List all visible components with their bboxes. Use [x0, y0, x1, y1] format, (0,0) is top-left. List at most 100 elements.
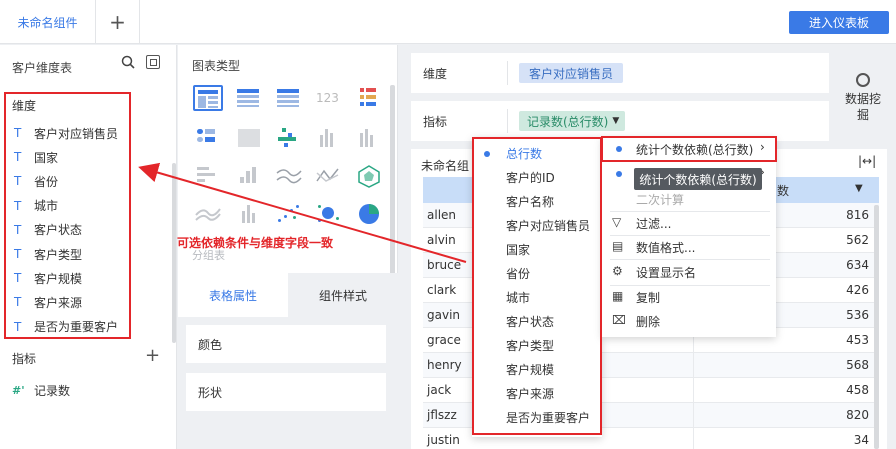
- cell-divider: [693, 353, 694, 378]
- chart-type-kpi[interactable]: 123: [314, 85, 344, 111]
- chart-type-line[interactable]: [274, 163, 304, 189]
- row-value: 568: [846, 358, 869, 372]
- chart-type-wave[interactable]: [193, 201, 223, 227]
- property-body: 颜色 形状: [178, 317, 398, 449]
- menu-display-name[interactable]: 设置显示名: [636, 264, 696, 281]
- middle-scrollbar[interactable]: [390, 85, 395, 275]
- chart-type-stacked-bar[interactable]: [354, 125, 384, 151]
- row-name: justin: [427, 433, 460, 447]
- chart-type-cross-table[interactable]: [274, 85, 304, 111]
- cell-divider: [693, 378, 694, 403]
- data-mining-label: 数据挖掘: [844, 92, 881, 122]
- row-name: allen: [427, 208, 457, 222]
- mining-icon: [856, 73, 870, 87]
- tab-table-properties[interactable]: 表格属性: [178, 273, 288, 317]
- menu-filter[interactable]: 过滤...: [636, 215, 671, 232]
- index-drop-zone[interactable]: 指标 记录数(总行数) ▼: [411, 101, 829, 141]
- index-context-menu: 统计个数依赖(总行数) › › 二次计算 ▽ 过滤... ▤ 数值格式... ⚙…: [602, 137, 776, 337]
- menu-copy[interactable]: 复制: [636, 289, 660, 306]
- chart-type-scatter[interactable]: [274, 201, 304, 227]
- row-name: jack: [427, 383, 452, 397]
- index-pill-label: 记录数(总行数): [527, 114, 609, 129]
- annotation-box-count-dependency: [601, 136, 777, 162]
- index-item[interactable]: #' 记录数: [12, 382, 70, 399]
- value-column-header[interactable]: 数: [777, 182, 789, 199]
- menu-divider: [610, 235, 770, 236]
- menu-secondary-calc[interactable]: 二次计算: [636, 191, 684, 208]
- property-tabs: 表格属性 组件样式: [178, 273, 398, 317]
- cell-divider: [693, 403, 694, 428]
- menu-delete[interactable]: 删除: [636, 313, 660, 330]
- chart-type-bubble[interactable]: [314, 201, 344, 227]
- sort-down-icon[interactable]: ▼: [855, 183, 863, 194]
- row-value: 536: [846, 308, 869, 322]
- index-zone-label: 指标: [423, 115, 448, 129]
- annotation-box-dimensions: [4, 92, 131, 339]
- row-value: 562: [846, 233, 869, 247]
- tab-untitled-component[interactable]: 未命名组件: [0, 0, 96, 44]
- index-pill[interactable]: 记录数(总行数) ▼: [519, 111, 626, 131]
- table-title: 未命名组: [421, 159, 470, 173]
- dataset-title: 客户维度表: [12, 61, 73, 75]
- menu-number-format[interactable]: 数值格式...: [636, 239, 695, 256]
- shape-property[interactable]: 形状: [186, 373, 386, 411]
- copy-icon: ▦: [612, 289, 624, 303]
- add-index-button[interactable]: +: [145, 345, 160, 366]
- row-value: 453: [846, 333, 869, 347]
- chart-type-column-combo[interactable]: [234, 201, 264, 227]
- row-value: 34: [853, 433, 869, 447]
- data-mining-button[interactable]: 数据挖掘: [843, 73, 883, 123]
- index-header: 指标: [12, 352, 37, 366]
- annotation-box-dependency-list: [472, 137, 602, 435]
- caret-down-icon[interactable]: ▼: [612, 116, 619, 126]
- row-name: gavin: [427, 308, 461, 322]
- row-name: grace: [427, 333, 461, 347]
- chart-type-bar[interactable]: [314, 125, 344, 151]
- dimension-drop-zone[interactable]: 维度 客户对应销售员: [411, 53, 829, 93]
- resize-icon[interactable]: |↔|: [858, 154, 876, 168]
- chart-type-pie[interactable]: [354, 201, 384, 227]
- divider: [507, 109, 508, 133]
- dimension-pill[interactable]: 客户对应销售员: [519, 63, 624, 83]
- filter-icon: ▽: [612, 215, 622, 229]
- row-name: henry: [427, 358, 462, 372]
- chart-type-radar[interactable]: [354, 163, 384, 189]
- row-name: jflszz: [427, 408, 457, 422]
- dimension-zone-label: 维度: [423, 67, 448, 81]
- row-value: 634: [846, 258, 869, 272]
- trash-icon: ⌧: [612, 313, 626, 327]
- add-tab-button[interactable]: +: [96, 0, 140, 44]
- menu-divider: [610, 211, 770, 212]
- search-icon[interactable]: [121, 55, 135, 73]
- menu-divider: [610, 285, 770, 286]
- chart-type-title: 图表类型: [192, 59, 241, 73]
- row-value: 458: [846, 383, 869, 397]
- row-value: 426: [846, 283, 869, 297]
- cell-divider: [693, 428, 694, 449]
- gear-icon: ⚙: [612, 264, 623, 278]
- switch-dataset-icon[interactable]: [146, 55, 160, 69]
- index-label: 记录数: [34, 384, 71, 398]
- chart-type-dots[interactable]: [274, 125, 304, 151]
- table-scrollbar[interactable]: [874, 205, 879, 449]
- number-format-icon: ▤: [612, 239, 624, 253]
- left-scrollbar[interactable]: [172, 163, 176, 343]
- enter-dashboard-button[interactable]: 进入仪表板: [789, 11, 889, 34]
- annotation-text: 可选依赖条件与维度字段一致: [177, 236, 334, 250]
- divider: [507, 61, 508, 85]
- chart-type-area[interactable]: [314, 163, 344, 189]
- tab-component-style[interactable]: 组件样式: [288, 273, 398, 317]
- chart-type-group-table[interactable]: [193, 85, 223, 111]
- chart-type-color-table[interactable]: [354, 85, 384, 111]
- row-name: alvin: [427, 233, 456, 247]
- chart-type-horizontal-bar[interactable]: [193, 163, 223, 189]
- chart-type-detail-table[interactable]: [234, 85, 264, 111]
- row-name: clark: [427, 283, 457, 297]
- row-value: 820: [846, 408, 869, 422]
- color-property[interactable]: 颜色: [186, 325, 386, 363]
- chart-type-heat[interactable]: [234, 125, 264, 151]
- menu-divider: [610, 259, 770, 260]
- selected-dot-icon: [616, 171, 622, 177]
- chart-type-step[interactable]: [234, 163, 264, 189]
- chart-type-bullet[interactable]: [193, 125, 223, 151]
